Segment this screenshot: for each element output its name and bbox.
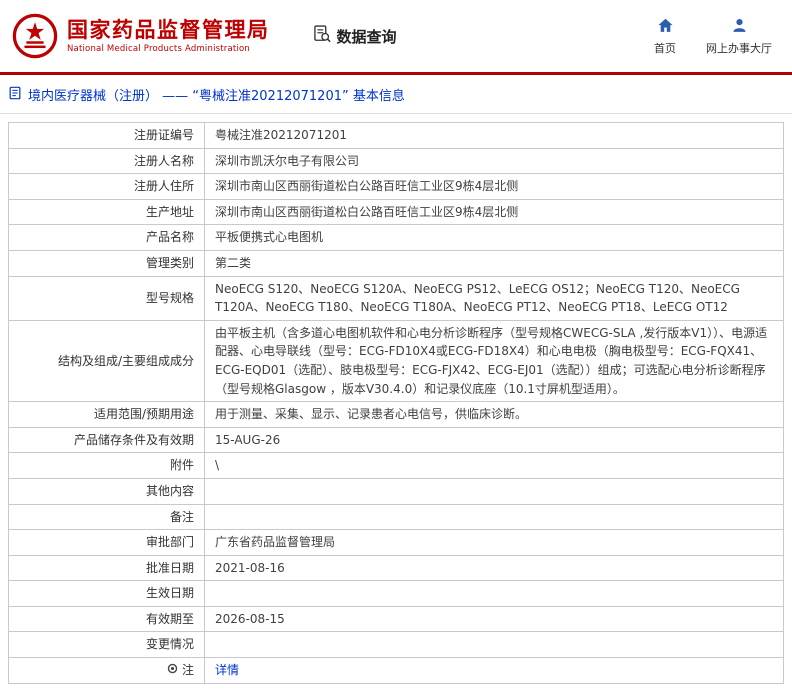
field-value: 深圳市凯沃尔电子有限公司 — [205, 148, 784, 174]
page-title: 境内医疗器械（注册） —— “粤械注准20212071201” 基本信息 — [28, 85, 405, 104]
table-row: 注册人住所深圳市南山区西丽街道松白公路百旺信工业区9栋4层北侧 — [9, 174, 784, 200]
field-label: 产品储存条件及有效期 — [9, 427, 205, 453]
nav-service-hall[interactable]: 网上办事大厅 — [706, 17, 772, 56]
table-row: 注册证编号粤械注准20212071201 — [9, 123, 784, 149]
field-label-note: 注 — [9, 658, 205, 684]
table-row: 产品名称平板便携式心电图机 — [9, 225, 784, 251]
field-label: 产品名称 — [9, 225, 205, 251]
detail-table-wrap: 注册证编号粤械注准20212071201 注册人名称深圳市凯沃尔电子有限公司 注… — [0, 114, 792, 692]
table-row: 结构及组成/主要组成成分由平板主机（含多道心电图机软件和心电分析诊断程序（型号规… — [9, 320, 784, 401]
table-row: 其他内容 — [9, 478, 784, 504]
home-icon — [657, 17, 674, 37]
top-nav: 首页 网上办事大厅 — [654, 17, 778, 56]
field-value — [205, 504, 784, 530]
user-icon — [731, 17, 748, 37]
field-value: 广东省药品监督管理局 — [205, 530, 784, 556]
table-row: 批准日期2021-08-16 — [9, 555, 784, 581]
org-name-en: National Medical Products Administration — [67, 44, 270, 54]
data-query-label: 数据查询 — [337, 26, 397, 47]
breadcrumb: 境内医疗器械（注册） —— “粤械注准20212071201” 基本信息 — [0, 75, 792, 114]
field-label: 附件 — [9, 453, 205, 479]
field-value: 由平板主机（含多道心电图机软件和心电分析诊断程序（型号规格CWECG-SLA ,… — [205, 320, 784, 401]
table-row: 有效期至2026-08-15 — [9, 606, 784, 632]
org-name-cn: 国家药品监督管理局 — [67, 18, 270, 42]
field-value: \ — [205, 453, 784, 479]
field-label: 注册人名称 — [9, 148, 205, 174]
table-row: 注册人名称深圳市凯沃尔电子有限公司 — [9, 148, 784, 174]
field-label: 结构及组成/主要组成成分 — [9, 320, 205, 401]
data-query-nav[interactable]: 数据查询 — [312, 24, 397, 48]
field-value — [205, 632, 784, 658]
field-value: 粤械注准20212071201 — [205, 123, 784, 149]
table-row: 生产地址深圳市南山区西丽街道松白公路百旺信工业区9栋4层北侧 — [9, 199, 784, 225]
registration-detail-table: 注册证编号粤械注准20212071201 注册人名称深圳市凯沃尔电子有限公司 注… — [8, 122, 784, 684]
field-value: 15-AUG-26 — [205, 427, 784, 453]
page: 国家药品监督管理局 National Medical Products Admi… — [0, 0, 792, 692]
table-row: 审批部门广东省药品监督管理局 — [9, 530, 784, 556]
table-row: 型号规格NeoECG S120、NeoECG S120A、NeoECG PS12… — [9, 276, 784, 320]
field-value: 深圳市南山区西丽街道松白公路百旺信工业区9栋4层北侧 — [205, 199, 784, 225]
field-label: 其他内容 — [9, 478, 205, 504]
field-value: 平板便携式心电图机 — [205, 225, 784, 251]
field-value: 第二类 — [205, 250, 784, 276]
field-label: 注册证编号 — [9, 123, 205, 149]
field-label: 备注 — [9, 504, 205, 530]
field-label: 变更情况 — [9, 632, 205, 658]
data-query-icon — [312, 24, 332, 48]
field-label: 生效日期 — [9, 581, 205, 607]
table-row: 变更情况 — [9, 632, 784, 658]
table-row: 管理类别第二类 — [9, 250, 784, 276]
field-label: 生产地址 — [9, 199, 205, 225]
org-names: 国家药品监督管理局 National Medical Products Admi… — [67, 18, 270, 54]
table-row: 备注 — [9, 504, 784, 530]
field-value-note: 详情 — [205, 658, 784, 684]
field-label: 管理类别 — [9, 250, 205, 276]
nav-home[interactable]: 首页 — [654, 17, 676, 56]
table-row: 注 详情 — [9, 658, 784, 684]
field-value: 用于测量、采集、显示、记录患者心电信号，供临床诊断。 — [205, 402, 784, 428]
field-label: 审批部门 — [9, 530, 205, 556]
field-value — [205, 478, 784, 504]
note-icon — [167, 661, 178, 680]
field-label: 注册人住所 — [9, 174, 205, 200]
nav-home-label: 首页 — [654, 40, 676, 56]
field-label: 型号规格 — [9, 276, 205, 320]
note-label: 注 — [182, 661, 194, 680]
nav-service-hall-label: 网上办事大厅 — [706, 40, 772, 56]
field-label: 适用范围/预期用途 — [9, 402, 205, 428]
site-header: 国家药品监督管理局 National Medical Products Admi… — [0, 0, 792, 72]
field-value: 2021-08-16 — [205, 555, 784, 581]
field-label: 批准日期 — [9, 555, 205, 581]
field-value — [205, 581, 784, 607]
table-row: 附件\ — [9, 453, 784, 479]
field-value: NeoECG S120、NeoECG S120A、NeoECG PS12、LeE… — [205, 276, 784, 320]
document-icon — [8, 86, 22, 104]
field-value: 2026-08-15 — [205, 606, 784, 632]
table-row: 产品储存条件及有效期15-AUG-26 — [9, 427, 784, 453]
field-value: 深圳市南山区西丽街道松白公路百旺信工业区9栋4层北侧 — [205, 174, 784, 200]
field-label: 有效期至 — [9, 606, 205, 632]
table-row: 生效日期 — [9, 581, 784, 607]
national-emblem-logo — [12, 13, 58, 59]
details-link[interactable]: 详情 — [215, 663, 239, 677]
table-row: 适用范围/预期用途用于测量、采集、显示、记录患者心电信号，供临床诊断。 — [9, 402, 784, 428]
